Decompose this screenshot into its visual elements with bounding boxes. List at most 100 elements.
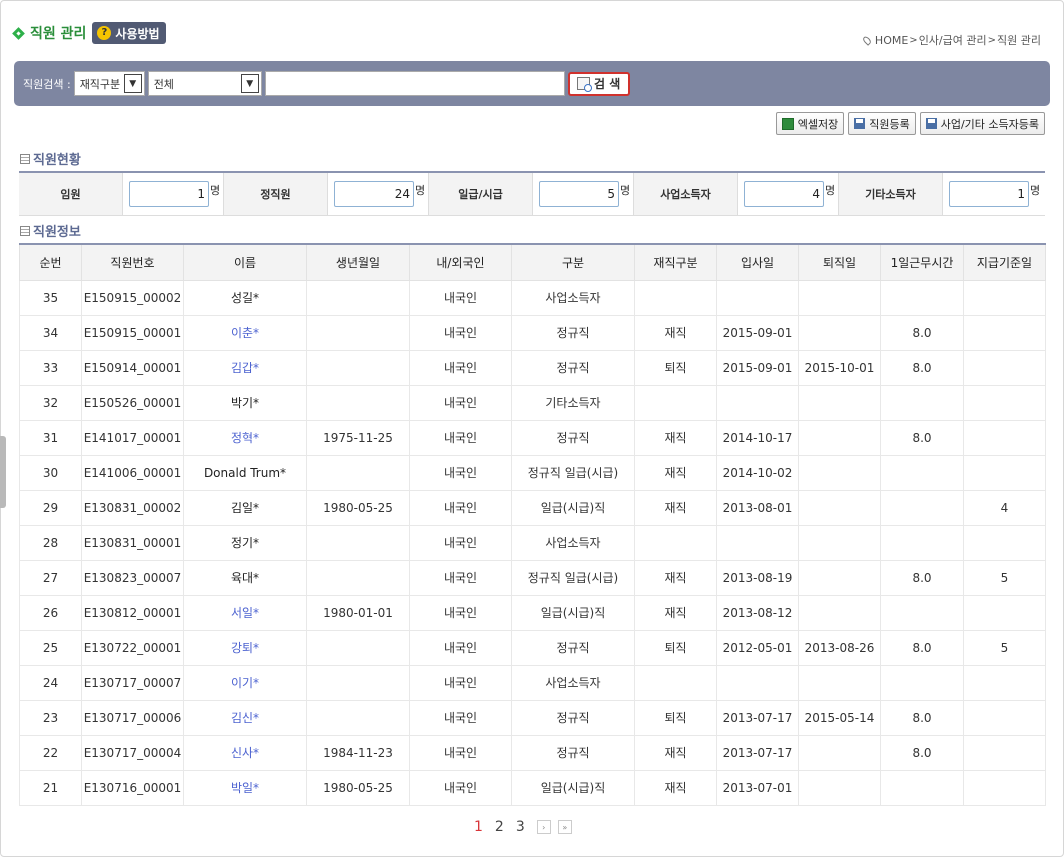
page-link-2[interactable]: 2 <box>495 819 504 835</box>
cell-no: 29 <box>19 489 82 526</box>
table-row[interactable]: 34 E150915_00001 이춘* 내국인 정규직 재직 2015-09-01 8.0 <box>19 314 1046 351</box>
stat-cell-business-income: 4 명 <box>738 173 839 215</box>
cell-employee-id: E150914_00001 <box>81 349 184 386</box>
page-link-3[interactable]: 3 <box>516 819 525 835</box>
excel-export-button[interactable]: 엑셀저장 <box>775 112 845 135</box>
search-bar: 직원검색 : 재직구분 ▼ 전체 ▼ 검 색 <box>14 61 1050 106</box>
status-value-select[interactable]: 전체 ▼ <box>147 71 262 96</box>
cell-join-date: 2013-08-12 <box>716 594 799 631</box>
info-section-title: 직원정보 <box>20 221 81 240</box>
help-label: 사용방법 <box>115 26 160 41</box>
cell-name[interactable]: 이기* <box>183 664 307 701</box>
cell-name[interactable]: 김갑* <box>183 349 307 386</box>
help-button[interactable]: ? 사용방법 <box>92 22 166 44</box>
cell-no: 24 <box>19 664 82 701</box>
cell-name[interactable]: 박기* <box>183 384 307 421</box>
cell-name[interactable]: 정혁* <box>183 419 307 456</box>
cell-employee-id: E130716_00001 <box>81 769 184 806</box>
question-icon: ? <box>97 26 112 40</box>
cell-employee-id: E130812_00001 <box>81 594 184 631</box>
cell-daily-hours <box>880 489 964 526</box>
cell-name[interactable]: Donald Trum* <box>183 454 307 491</box>
table-row[interactable]: 23 E130717_00006 김신* 내국인 정규직 퇴직 2013-07-17 2015… <box>19 699 1046 736</box>
cell-no: 31 <box>19 419 82 456</box>
cell-name[interactable]: 정기* <box>183 524 307 561</box>
pagination: 1 2 3 › » <box>474 819 579 835</box>
next-page-icon[interactable]: › <box>536 820 551 834</box>
search-input[interactable] <box>264 71 565 96</box>
cell-pay-day <box>963 594 1046 631</box>
table-row[interactable]: 24 E130717_00007 이기* 내국인 사업소득자 <box>19 664 1046 701</box>
cell-pay-day: 4 <box>963 489 1046 526</box>
cell-name[interactable]: 이춘* <box>183 314 307 351</box>
cell-employment-status: 재직 <box>634 559 717 596</box>
cell-name[interactable]: 강퇴* <box>183 629 307 666</box>
table-row[interactable]: 27 E130823_00007 육대* 내국인 정규직 일급(시급) 재직 2013-08… <box>19 559 1046 596</box>
cell-daily-hours: 8.0 <box>880 419 964 456</box>
cell-birthdate: 1975-11-25 <box>306 419 410 456</box>
cell-pay-day <box>963 699 1046 736</box>
cell-name[interactable]: 김일* <box>183 489 307 526</box>
cell-type: 정규직 <box>511 629 635 666</box>
column-header-name: 이름 <box>183 244 307 281</box>
search-button[interactable]: 검 색 <box>567 71 630 96</box>
cell-nationality: 내국인 <box>409 419 512 456</box>
status-filter-select[interactable]: 재직구분 ▼ <box>73 71 145 96</box>
table-row[interactable]: 29 E130831_00002 김일* 1980-05-25 내국인 일급(시급)직 재직… <box>19 489 1046 526</box>
cell-no: 21 <box>19 769 82 806</box>
table-row[interactable]: 28 E130831_00001 정기* 내국인 사업소득자 <box>19 524 1046 561</box>
stat-unit: 명 <box>825 184 836 197</box>
table-row[interactable]: 32 E150526_00001 박기* 내국인 기타소득자 <box>19 384 1046 421</box>
cell-name[interactable]: 신사* <box>183 734 307 771</box>
table-row[interactable]: 22 E130717_00004 신사* 1984-11-23 내국인 정규직 재직 2013… <box>19 734 1046 771</box>
cell-nationality: 내국인 <box>409 349 512 386</box>
table-row[interactable]: 35 E150915_00002 성길* 내국인 사업소득자 <box>19 279 1046 316</box>
cell-employment-status <box>634 384 717 421</box>
stat-label-executive: 임원 <box>19 173 123 215</box>
location-pin-icon <box>861 34 873 46</box>
search-button-label: 검 색 <box>594 77 621 91</box>
table-row[interactable]: 31 E141017_00001 정혁* 1975-11-25 내국인 정규직 재직 2014… <box>19 419 1046 456</box>
column-header-daily-hours: 1일근무시간 <box>880 244 964 281</box>
cell-leave-date <box>798 594 881 631</box>
cell-name[interactable]: 김신* <box>183 699 307 736</box>
cell-pay-day <box>963 314 1046 351</box>
cell-employment-status <box>634 524 717 561</box>
cell-daily-hours <box>880 454 964 491</box>
stat-unit: 명 <box>620 184 631 197</box>
cell-name[interactable]: 서일* <box>183 594 307 631</box>
cell-pay-day <box>963 524 1046 561</box>
cell-leave-date <box>798 559 881 596</box>
cell-pay-day <box>963 279 1046 316</box>
table-row[interactable]: 33 E150914_00001 김갑* 내국인 정규직 퇴직 2015-09-01 2015… <box>19 349 1046 386</box>
cell-nationality: 내국인 <box>409 314 512 351</box>
page-link-1[interactable]: 1 <box>474 819 483 835</box>
cell-name[interactable]: 성길* <box>183 279 307 316</box>
column-header-employment-status: 재직구분 <box>634 244 717 281</box>
table-row[interactable]: 21 E130716_00001 박일* 1980-05-25 내국인 일급(시급)직 재직… <box>19 769 1046 806</box>
search-label: 직원검색 : <box>23 77 71 91</box>
cell-employee-id: E150915_00002 <box>81 279 184 316</box>
cell-name[interactable]: 박일* <box>183 769 307 806</box>
table-row[interactable]: 26 E130812_00001 서일* 1980-01-01 내국인 일급(시급)직 재직… <box>19 594 1046 631</box>
table-row[interactable]: 30 E141006_00001 Donald Trum* 내국인 정규직 일급(시급)… <box>19 454 1046 491</box>
cell-no: 33 <box>19 349 82 386</box>
breadcrumb-section[interactable]: 인사/급여 관리 <box>919 32 987 48</box>
cell-birthdate <box>306 384 410 421</box>
breadcrumb-separator-icon: > <box>909 34 918 46</box>
cell-leave-date <box>798 279 881 316</box>
cell-nationality: 내국인 <box>409 489 512 526</box>
status-section-label: 직원현황 <box>33 153 81 168</box>
stat-cell-regular: 24 명 <box>328 173 429 215</box>
cell-name[interactable]: 육대* <box>183 559 307 596</box>
breadcrumb-home[interactable]: HOME <box>875 34 908 47</box>
stat-value-regular: 24 <box>334 181 414 207</box>
table-row[interactable]: 25 E130722_00001 강퇴* 내국인 정규직 퇴직 2012-05-01 2013… <box>19 629 1046 666</box>
add-other-earner-button[interactable]: 사업/기타 소득자등록 <box>919 112 1045 135</box>
excel-icon <box>781 117 794 130</box>
side-panel-handle[interactable] <box>0 436 6 508</box>
stat-value-daily-hourly: 5 <box>539 181 619 207</box>
cell-no: 25 <box>19 629 82 666</box>
add-employee-button[interactable]: 직원등록 <box>848 112 916 135</box>
last-page-icon[interactable]: » <box>557 820 572 834</box>
